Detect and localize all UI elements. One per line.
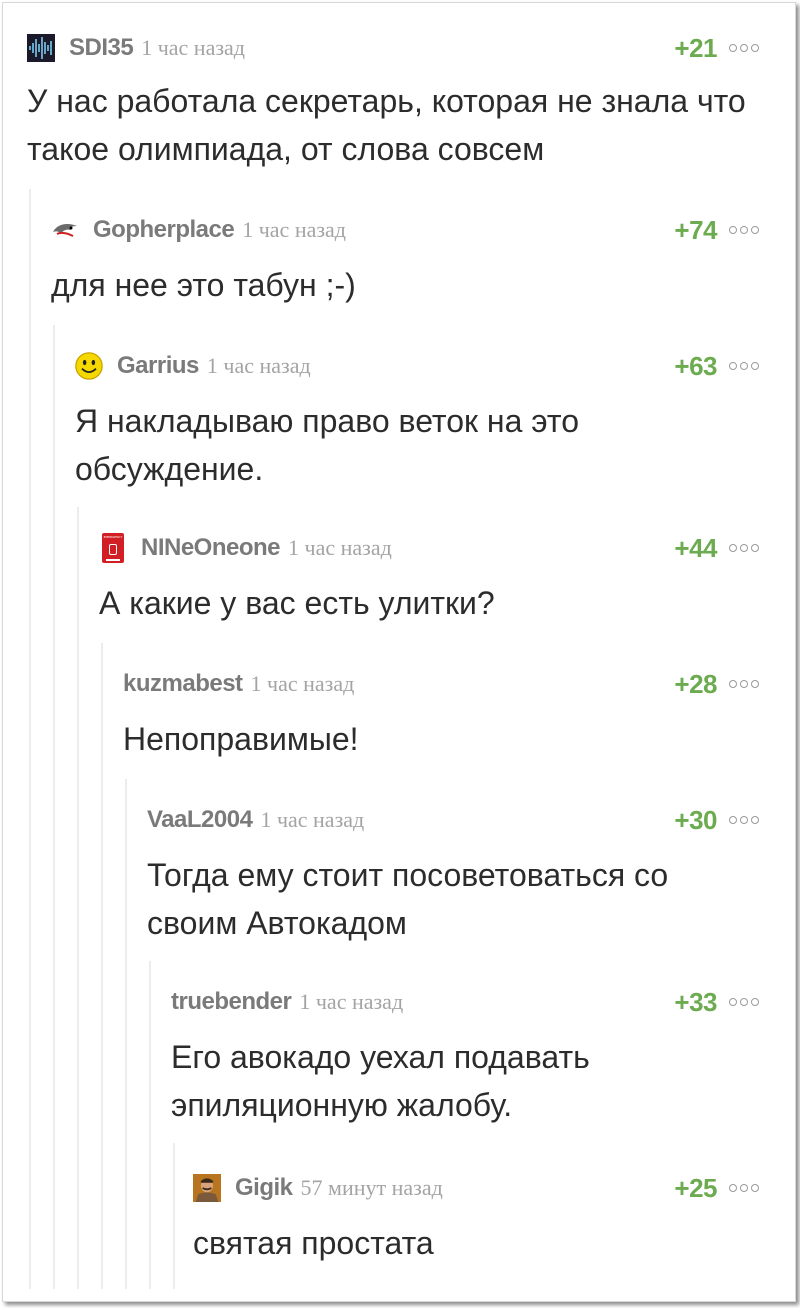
more-options-icon[interactable] [729,44,759,52]
comment: Garrius 1 час назад +63 Я накладываю пра… [75,349,759,493]
rating-value: +74 [674,214,717,245]
waveform-avatar[interactable] [27,34,55,62]
author-link[interactable]: Garrius [117,352,199,380]
author-link[interactable]: Gigik [235,1174,293,1202]
score-area: +63 [674,349,759,383]
comment-text: святая простата [193,1225,434,1261]
smiley-avatar[interactable] [75,352,103,380]
score-area: +30 [674,803,759,837]
comment-time[interactable]: 1 час назад [260,807,364,833]
score-area: +25 [674,1171,759,1205]
more-options-icon[interactable] [729,362,759,370]
author-link[interactable]: SDI35 [69,34,134,62]
thread-line[interactable] [53,325,55,1289]
score-area: +33 [674,985,759,1019]
emergency-sign-text: EMERGENCY [103,535,123,539]
thread-line[interactable] [125,779,127,1289]
score-area: +74 [674,213,759,247]
author-link[interactable]: Gopherplace [93,216,235,244]
comment-header: Gopherplace 1 час назад +74 [51,213,759,247]
rating-value: +63 [674,350,717,381]
more-options-icon[interactable] [729,680,759,688]
comment-text: для нее это табун ;-) [51,267,356,303]
author-link[interactable]: truebender [171,988,292,1016]
more-options-icon[interactable] [729,816,759,824]
rating-value: +21 [674,32,717,63]
rating-value: +25 [674,1172,717,1203]
comment: kuzmabest 1 час назад +28 Непоправимые! [123,667,759,763]
author-link[interactable]: NINeOneone [141,534,281,562]
thread-line[interactable] [149,961,151,1289]
comment-time[interactable]: 1 час назад [207,353,311,379]
comment: SDI35 1 час назад +21 У нас работала сек… [27,31,759,173]
comment-text: Непоправимые! [123,721,359,757]
comment-time[interactable]: 1 час назад [288,535,392,561]
comment: Gigik 57 минут назад +25 святая простата [193,1171,759,1267]
comment-time[interactable]: 1 час назад [141,35,245,61]
comment-time[interactable]: 1 час назад [251,671,355,697]
rating-value: +28 [674,668,717,699]
comment-text: Я накладываю право веток на это обсужден… [75,403,579,487]
comment-header: SDI35 1 час назад +21 [27,31,759,65]
comment-text: Тогда ему стоит посоветоваться со своим … [147,857,669,941]
score-area: +28 [674,667,759,701]
comment-header: Gigik 57 минут назад +25 [193,1171,759,1205]
comment-header: kuzmabest 1 час назад +28 [123,667,759,701]
comment: VaaL2004 1 час назад +30 Тогда ему стоит… [147,803,759,947]
comment-header: VaaL2004 1 час назад +30 [147,803,759,837]
rating-value: +44 [674,532,717,563]
comment-time[interactable]: 1 час назад [242,217,346,243]
comment-text: У нас работала секретарь, которая не зна… [27,83,746,167]
author-link[interactable]: kuzmabest [123,670,243,698]
score-area: +44 [674,531,759,565]
score-area: +21 [674,31,759,65]
thread-line[interactable] [101,643,103,1289]
rating-value: +33 [674,986,717,1017]
comment-header: EMERGENCY NINeOneone 1 час назад +44 [99,531,759,565]
comment: truebender 1 час назад +33 Его авокадо у… [171,985,759,1129]
comment-thread: SDI35 1 час назад +21 У нас работала сек… [2,2,796,1302]
thread-line[interactable] [173,1143,175,1289]
more-options-icon[interactable] [729,226,759,234]
more-options-icon[interactable] [729,998,759,1006]
comment-text: Его авокадо уехал подавать эпиляционную … [171,1039,590,1123]
comment: EMERGENCY NINeOneone 1 час назад +44 А к… [99,531,759,627]
author-link[interactable]: VaaL2004 [147,806,253,834]
comment-time[interactable]: 57 минут назад [301,1175,443,1201]
thread-line[interactable] [29,189,31,1289]
comment-header: truebender 1 час назад +33 [171,985,759,1019]
emergency-sign-avatar[interactable]: EMERGENCY [99,533,127,563]
portrait-avatar[interactable] [193,1174,221,1202]
comment-text: А какие у вас есть улитки? [99,585,495,621]
comment-header: Garrius 1 час назад +63 [75,349,759,383]
eagle-avatar[interactable] [51,216,79,244]
rating-value: +30 [674,804,717,835]
more-options-icon[interactable] [729,544,759,552]
comment-time[interactable]: 1 час назад [299,989,403,1015]
more-options-icon[interactable] [729,1184,759,1192]
comment: Gopherplace 1 час назад +74 для нее это … [51,213,759,309]
thread-line[interactable] [77,507,79,1289]
